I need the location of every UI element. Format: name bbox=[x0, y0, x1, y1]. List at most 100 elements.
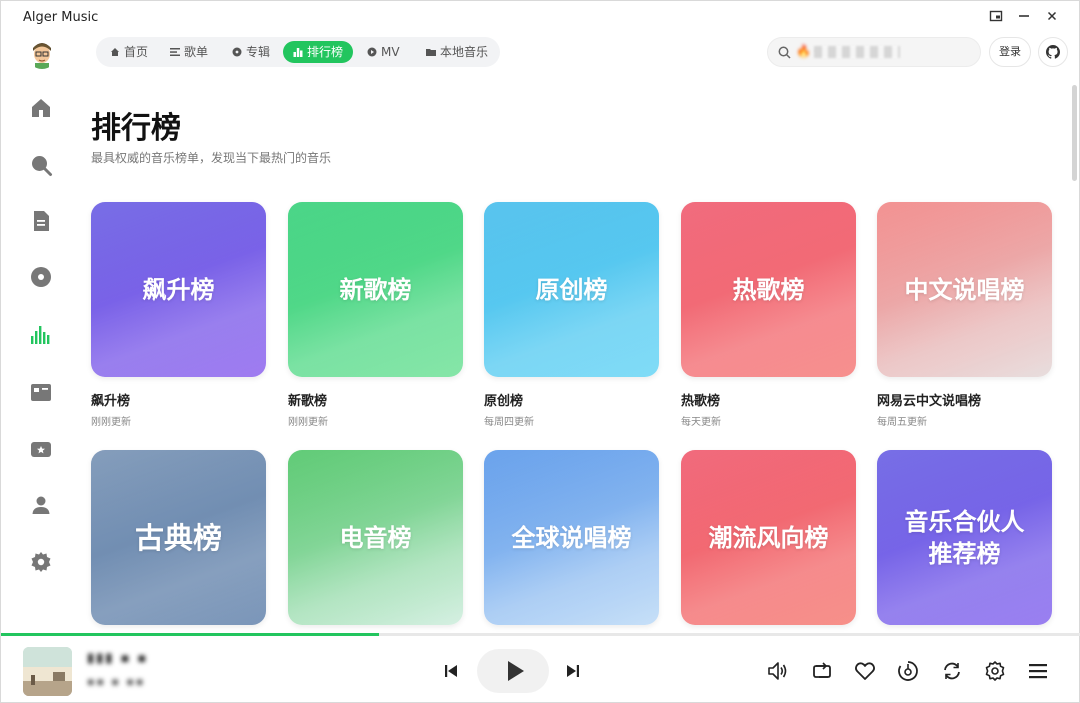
chart-name[interactable]: 热歌榜 bbox=[681, 390, 720, 409]
chart-update: 每天更新 bbox=[681, 417, 721, 428]
close-icon[interactable] bbox=[1043, 9, 1061, 27]
play-icon bbox=[508, 661, 524, 681]
chart-card[interactable]: 潮流风向榜 bbox=[681, 450, 856, 625]
github-button[interactable] bbox=[1038, 37, 1068, 67]
playlist-icon bbox=[34, 211, 49, 231]
sidebar-item-settings[interactable] bbox=[29, 550, 53, 574]
play-button[interactable] bbox=[477, 649, 549, 693]
prev-icon bbox=[445, 665, 457, 677]
chart-card[interactable]: 中文说唱榜 bbox=[877, 202, 1052, 377]
loop-icon bbox=[813, 662, 831, 678]
chart-cover-text: 潮流风向榜 bbox=[708, 523, 829, 552]
nav-albums[interactable]: 专辑 bbox=[222, 41, 280, 63]
nav-mv[interactable]: MV bbox=[357, 41, 410, 63]
speed-button[interactable] bbox=[897, 660, 919, 686]
nav-label: 专辑 bbox=[246, 45, 271, 59]
sidebar-item-album[interactable] bbox=[29, 265, 53, 289]
settings-icon bbox=[31, 552, 51, 572]
nav-playlists[interactable]: 歌单 bbox=[160, 41, 218, 63]
prev-button[interactable] bbox=[444, 663, 458, 683]
chart-cover-text: 中文说唱榜 bbox=[904, 275, 1025, 304]
repeat-button[interactable] bbox=[941, 660, 963, 686]
volume-icon bbox=[768, 662, 787, 680]
playback-progress[interactable] bbox=[1, 633, 1080, 636]
search-hot-keyword bbox=[814, 46, 900, 58]
search-icon bbox=[778, 46, 791, 59]
nav-label: 歌单 bbox=[184, 45, 209, 59]
next-icon bbox=[567, 665, 579, 677]
playlist-mode-button[interactable] bbox=[811, 660, 833, 686]
mv-icon bbox=[367, 47, 377, 57]
chart-name[interactable]: 网易云中文说唱榜 bbox=[877, 390, 981, 409]
chart-name[interactable]: 新歌榜 bbox=[288, 390, 327, 409]
home-icon bbox=[32, 99, 50, 117]
app-avatar[interactable] bbox=[27, 39, 57, 69]
menu-icon bbox=[1029, 664, 1047, 679]
chart-cover-text: 全球说唱榜 bbox=[511, 523, 632, 552]
list-icon bbox=[170, 48, 180, 56]
nav-label: MV bbox=[381, 45, 400, 59]
chart-card[interactable]: 飙升榜 bbox=[91, 202, 266, 377]
chart-cover-text: 古典榜 bbox=[134, 520, 222, 555]
restore-icon[interactable] bbox=[987, 9, 1005, 27]
nav-home[interactable]: 首页 bbox=[100, 41, 158, 63]
top-nav: 首页 歌单 专辑 排行榜 MV 本地音乐 bbox=[96, 37, 500, 67]
nav-label: 本地音乐 bbox=[440, 45, 489, 59]
repeat-icon bbox=[944, 662, 960, 680]
chart-card[interactable]: 音乐合伙人推荐榜 bbox=[877, 450, 1052, 625]
nav-label: 首页 bbox=[124, 45, 149, 59]
login-button[interactable]: 登录 bbox=[989, 37, 1031, 67]
settings-icon bbox=[985, 661, 1005, 681]
chart-card[interactable]: 原创榜 bbox=[484, 202, 659, 377]
chart-card[interactable]: 古典榜 bbox=[91, 450, 266, 625]
playback-progress-fill bbox=[1, 633, 379, 636]
chart-update: 刚刚更新 bbox=[91, 417, 131, 428]
song-cover[interactable] bbox=[23, 647, 72, 696]
album-icon bbox=[232, 47, 242, 57]
chart-cover-text: 飙升榜 bbox=[142, 275, 215, 304]
cover-art bbox=[23, 647, 72, 696]
scrollbar[interactable] bbox=[1072, 85, 1077, 181]
search-input[interactable]: 🔥 · bbox=[767, 37, 981, 67]
chart-name[interactable]: 原创榜 bbox=[484, 390, 523, 409]
chart-card[interactable]: 电音榜 bbox=[288, 450, 463, 625]
song-title[interactable]: ▮▮▮ ▪ ▪ bbox=[87, 651, 148, 666]
sidebar-item-search[interactable] bbox=[29, 153, 53, 177]
page-title: 排行榜 bbox=[91, 111, 181, 146]
nav-charts[interactable]: 排行榜 bbox=[283, 41, 354, 63]
folder-icon bbox=[426, 49, 436, 56]
sidebar-item-playlist[interactable] bbox=[29, 209, 53, 233]
minimize-icon[interactable] bbox=[1015, 9, 1033, 27]
player-settings-button[interactable] bbox=[984, 660, 1006, 686]
sidebar-item-home[interactable] bbox=[29, 96, 53, 120]
chart-cover-text: 新歌榜 bbox=[339, 275, 412, 304]
queue-menu-button[interactable] bbox=[1027, 660, 1049, 686]
volume-button[interactable] bbox=[767, 660, 789, 686]
favorite-button[interactable] bbox=[854, 660, 876, 686]
home-icon bbox=[111, 48, 119, 56]
github-icon bbox=[1046, 45, 1060, 59]
heart-icon bbox=[855, 662, 875, 680]
sidebar-item-mv[interactable] bbox=[29, 380, 53, 404]
sidebar-item-ranking[interactable] bbox=[29, 322, 53, 346]
speed-icon bbox=[898, 661, 918, 681]
chart-cover-text: 音乐合伙人推荐榜 bbox=[904, 507, 1025, 568]
nav-local-music[interactable]: 本地音乐 bbox=[416, 41, 498, 63]
app-title: Alger Music bbox=[23, 10, 99, 25]
user-icon bbox=[32, 496, 50, 514]
album-icon bbox=[31, 267, 51, 287]
chart-icon bbox=[293, 48, 303, 57]
mv-icon bbox=[31, 384, 51, 401]
app-window: Alger Music 首页 歌单 专辑 排行榜 MV 本地音乐 🔥 · 登录 … bbox=[0, 0, 1080, 703]
chart-cover-text: 热歌榜 bbox=[732, 275, 805, 304]
radio-icon bbox=[31, 442, 51, 457]
sidebar-item-radio[interactable] bbox=[29, 437, 53, 461]
chart-name[interactable]: 飙升榜 bbox=[91, 390, 130, 409]
chart-card[interactable]: 全球说唱榜 bbox=[484, 450, 659, 625]
next-button[interactable] bbox=[566, 663, 580, 683]
chart-cover-text: 原创榜 bbox=[535, 275, 608, 304]
chart-card[interactable]: 新歌榜 bbox=[288, 202, 463, 377]
sidebar-item-user[interactable] bbox=[29, 493, 53, 517]
chart-card[interactable]: 热歌榜 bbox=[681, 202, 856, 377]
song-artist[interactable]: ▪▪ ▪ ▪▪ bbox=[87, 675, 145, 688]
